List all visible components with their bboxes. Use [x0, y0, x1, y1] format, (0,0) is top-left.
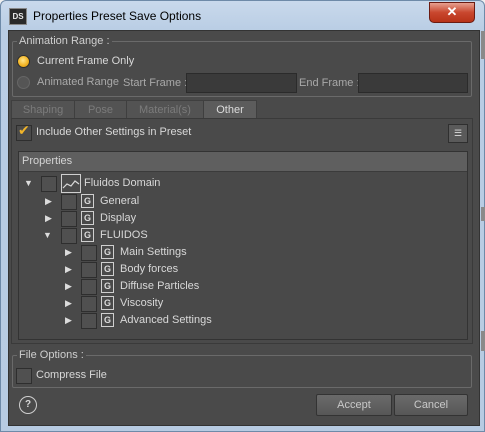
expand-open-icon[interactable]: ▼	[43, 227, 52, 244]
question-mark-icon: ?	[24, 399, 32, 410]
tree-row-display[interactable]: ▶ G Display	[19, 210, 467, 227]
daz-studio-app-icon: DS	[9, 8, 27, 25]
tree-row-main-settings[interactable]: ▶ G Main Settings	[19, 244, 467, 261]
include-other-settings-label[interactable]: Include Other Settings in Preset	[36, 126, 191, 138]
expand-closed-icon[interactable]: ▶	[65, 295, 72, 312]
expand-closed-icon[interactable]: ▶	[65, 261, 72, 278]
tree-row-diffuse-particles[interactable]: ▶ G Diffuse Particles	[19, 278, 467, 295]
close-button[interactable]: ✕	[429, 2, 475, 23]
group-icon: G	[101, 296, 114, 310]
tree-row-checkbox[interactable]	[61, 228, 77, 244]
tab-shaping[interactable]: Shaping	[11, 100, 75, 120]
background-window-edge	[481, 331, 485, 351]
title-bar[interactable]: DS Properties Preset Save Options ✕	[1, 1, 484, 31]
start-frame-label: Start Frame :	[123, 77, 188, 89]
group-icon: G	[101, 279, 114, 293]
options-menu-button[interactable]: ☰	[448, 124, 468, 143]
tree-row-checkbox[interactable]	[61, 211, 77, 227]
tree-row-body-forces[interactable]: ▶ G Body forces	[19, 261, 467, 278]
group-icon: G	[101, 262, 114, 276]
tree-row-label: Advanced Settings	[120, 314, 212, 326]
properties-header: Properties	[19, 152, 467, 172]
tree-row-checkbox[interactable]	[81, 279, 97, 295]
accept-button[interactable]: Accept	[316, 394, 392, 416]
tree-row-general[interactable]: ▶ G General	[19, 193, 467, 210]
end-frame-label: End Frame :	[299, 77, 360, 89]
tree-row-fluidos[interactable]: ▼ G FLUIDOS	[19, 227, 467, 244]
dialog-window: DS Properties Preset Save Options ✕ Anim…	[0, 0, 485, 432]
tree-row-label: General	[100, 195, 140, 207]
tree-row-label: Main Settings	[120, 246, 187, 258]
file-options-title: File Options :	[17, 349, 86, 361]
help-button[interactable]: ?	[19, 396, 37, 414]
tree-row-checkbox[interactable]	[81, 296, 97, 312]
animated-range-radio[interactable]	[17, 76, 30, 89]
compress-file-label[interactable]: Compress File	[36, 369, 107, 381]
expand-closed-icon[interactable]: ▶	[65, 244, 72, 261]
tree-row-label: Diffuse Particles	[120, 280, 200, 292]
background-window-edge	[481, 31, 485, 59]
properties-tree: Properties ▼ Fluidos Domain ▶ G General …	[18, 151, 468, 340]
tree-row-label: Display	[100, 212, 137, 224]
tree-row-label: Fluidos Domain	[84, 177, 161, 189]
tree-row-checkbox[interactable]	[41, 176, 57, 192]
window-title: Properties Preset Save Options	[33, 9, 202, 23]
tree-row-label: FLUIDOS	[100, 229, 148, 241]
expand-closed-icon[interactable]: ▶	[45, 193, 52, 210]
domain-icon	[61, 174, 81, 193]
group-icon: G	[81, 211, 94, 225]
animated-range-label[interactable]: Animated Range	[37, 76, 119, 88]
properties-header-label: Properties	[22, 155, 73, 167]
tab-other[interactable]: Other	[203, 100, 257, 120]
current-frame-radio[interactable]	[17, 55, 30, 68]
expand-open-icon[interactable]: ▼	[24, 175, 33, 192]
tree-row-checkbox[interactable]	[81, 313, 97, 329]
tree-row-fluidos-domain[interactable]: ▼ Fluidos Domain	[19, 174, 467, 193]
group-icon: G	[81, 228, 94, 242]
tab-pose[interactable]: Pose	[74, 100, 127, 120]
compress-file-checkbox[interactable]	[16, 368, 32, 384]
tree-row-advanced-settings[interactable]: ▶ G Advanced Settings	[19, 312, 467, 329]
cancel-button[interactable]: Cancel	[394, 394, 468, 416]
tree-row-checkbox[interactable]	[61, 194, 77, 210]
tab-materials[interactable]: Material(s)	[126, 100, 204, 120]
tree-row-label: Body forces	[120, 263, 179, 275]
tree-row-viscosity[interactable]: ▶ G Viscosity	[19, 295, 467, 312]
current-frame-label[interactable]: Current Frame Only	[37, 55, 134, 67]
tree-row-label: Viscosity	[120, 297, 164, 309]
checkmark-icon: ✔	[18, 123, 30, 139]
include-other-settings-checkbox[interactable]: ✔	[16, 123, 32, 141]
tree-row-checkbox[interactable]	[81, 245, 97, 261]
tree-row-checkbox[interactable]	[81, 262, 97, 278]
expand-closed-icon[interactable]: ▶	[65, 312, 72, 329]
background-window-edge	[481, 207, 485, 221]
start-frame-input[interactable]	[186, 73, 297, 93]
end-frame-input[interactable]	[358, 73, 468, 93]
expand-closed-icon[interactable]: ▶	[65, 278, 72, 295]
expand-closed-icon[interactable]: ▶	[45, 210, 52, 227]
group-icon: G	[101, 245, 114, 259]
animation-range-title: Animation Range :	[17, 35, 112, 47]
group-icon: G	[101, 313, 114, 327]
list-menu-icon: ☰	[453, 128, 463, 138]
group-icon: G	[81, 194, 94, 208]
